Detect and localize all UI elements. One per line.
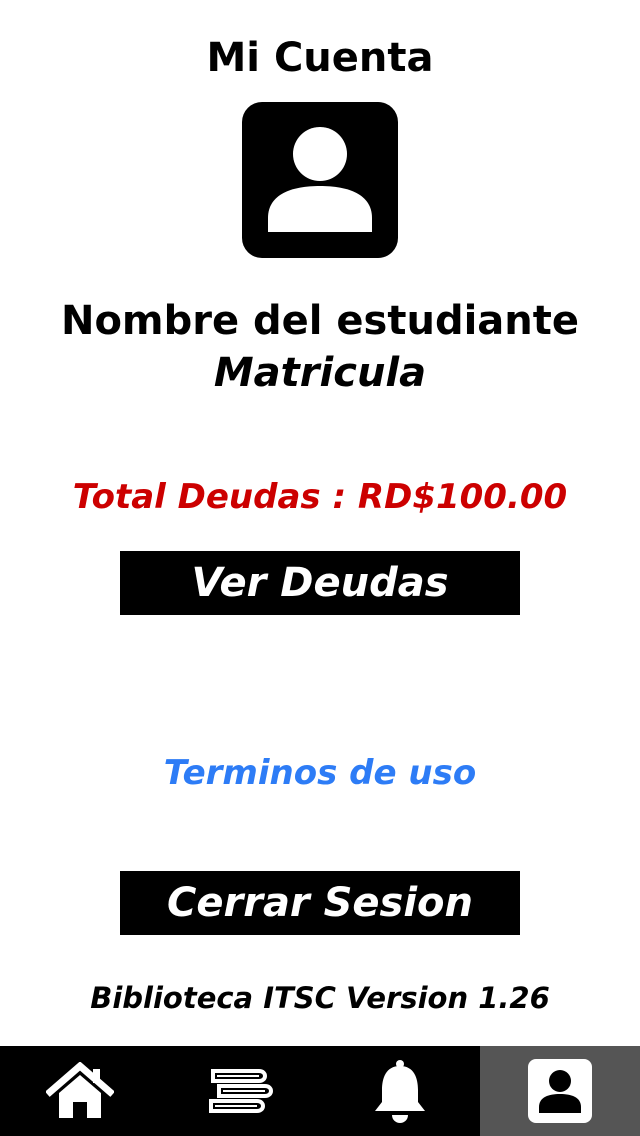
app-version: Biblioteca ITSC Version 1.26 — [90, 981, 550, 1015]
tab-notifications[interactable] — [320, 1046, 480, 1136]
avatar — [242, 102, 398, 258]
student-name: Nombre del estudiante — [60, 298, 580, 344]
books-icon — [209, 1069, 273, 1113]
person-icon — [528, 1059, 592, 1123]
terms-of-use-link[interactable]: Terminos de uso — [0, 750, 640, 796]
person-icon — [268, 127, 372, 232]
view-debts-button[interactable]: Ver Deudas — [120, 551, 520, 615]
tab-bar — [0, 1046, 640, 1136]
tab-home[interactable] — [0, 1046, 160, 1136]
student-id: Matricula — [213, 350, 427, 396]
tab-library[interactable] — [160, 1046, 320, 1136]
debt-total: Total Deudas : RD$100.00 — [72, 477, 568, 517]
logout-button[interactable]: Cerrar Sesion — [120, 871, 520, 935]
bell-icon — [375, 1060, 425, 1123]
page-title: Mi Cuenta — [206, 35, 434, 81]
tab-account[interactable] — [480, 1046, 640, 1136]
home-icon — [46, 1062, 114, 1118]
